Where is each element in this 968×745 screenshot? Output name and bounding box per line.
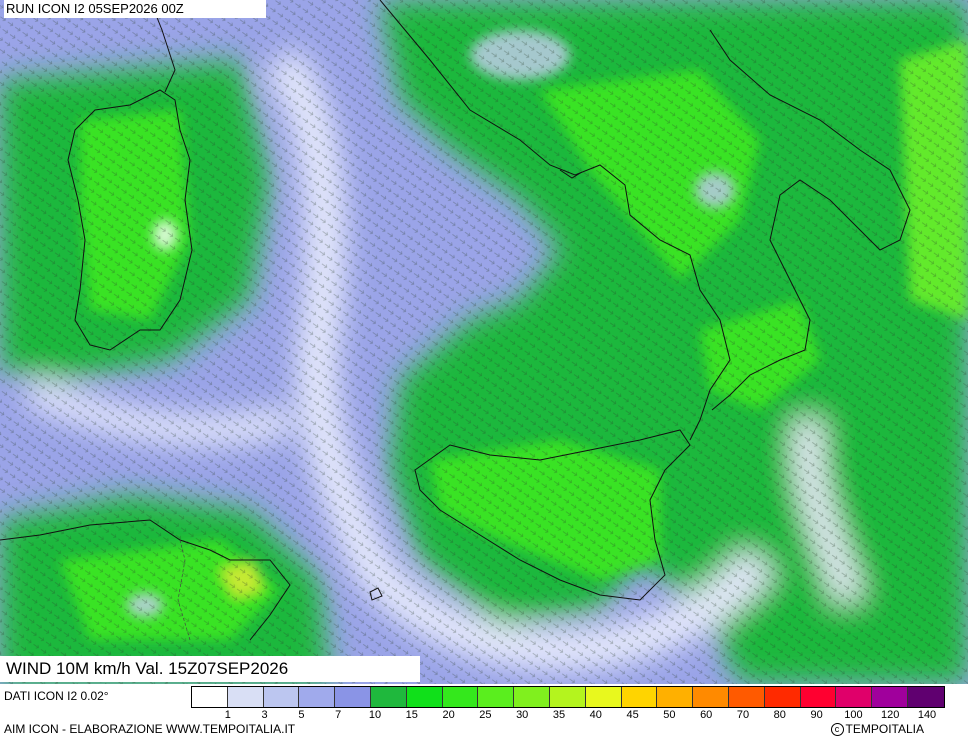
wind-map: RUN ICON I2 05SEP2026 00Z WIND 10M km/h … bbox=[0, 0, 968, 684]
brand-label: c TEMPOITALIA bbox=[830, 722, 924, 737]
legend-swatch bbox=[836, 687, 873, 707]
legend-swatch bbox=[585, 687, 622, 707]
legend-tick-label: 15 bbox=[405, 709, 418, 721]
legend-swatch bbox=[764, 687, 801, 707]
wind-arrows bbox=[0, 0, 968, 684]
legend-tick-label: 1 bbox=[224, 709, 231, 721]
legend-swatch bbox=[478, 687, 515, 707]
legend-tick-label: 7 bbox=[335, 709, 342, 721]
legend-tick-label: 20 bbox=[442, 709, 455, 721]
legend-swatch bbox=[800, 687, 837, 707]
legend-swatch bbox=[192, 687, 228, 707]
credit-label: AIM ICON - ELABORAZIONE WWW.TEMPOITALIA.… bbox=[4, 722, 296, 736]
legend-tick-label: 120 bbox=[881, 709, 900, 721]
valid-time-label: WIND 10M km/h Val. 15Z07SEP2026 bbox=[0, 656, 420, 682]
legend-swatch bbox=[907, 687, 944, 707]
legend-tick-label: 25 bbox=[479, 709, 492, 721]
legend-tick-label: 100 bbox=[844, 709, 863, 721]
legend-swatch bbox=[227, 687, 264, 707]
legend-tick-label: 70 bbox=[736, 709, 750, 721]
legend-swatch bbox=[406, 687, 443, 707]
legend-swatch bbox=[514, 687, 550, 707]
brand-text: TEMPOITALIA bbox=[845, 722, 924, 736]
legend-tick-label: 50 bbox=[663, 709, 676, 721]
legend-tick-label: 60 bbox=[700, 709, 713, 721]
legend-swatch bbox=[442, 687, 479, 707]
legend-tick-label: 5 bbox=[298, 709, 305, 721]
legend-swatch bbox=[657, 687, 694, 707]
wind-field bbox=[0, 0, 968, 684]
legend-swatch bbox=[370, 687, 407, 707]
legend-swatch bbox=[728, 687, 765, 707]
legend-tick-label: 35 bbox=[552, 709, 566, 721]
legend-swatch bbox=[299, 687, 336, 707]
footer: DATI ICON I2 0.02° 1 3 5 7 10 15 20 25 30 35 40 45 5… bbox=[0, 684, 968, 745]
legend-tick-label: 80 bbox=[773, 709, 786, 721]
legend-tick-label: 90 bbox=[810, 709, 823, 721]
legend-tick-label: 40 bbox=[589, 709, 602, 721]
legend-swatch bbox=[693, 687, 729, 707]
legend-swatch bbox=[335, 687, 371, 707]
legend-swatch bbox=[872, 687, 908, 707]
legend-tick-label: 30 bbox=[516, 709, 529, 721]
legend-tick-label: 10 bbox=[368, 709, 382, 721]
legend-swatch bbox=[263, 687, 300, 707]
legend-swatch bbox=[549, 687, 586, 707]
run-label: RUN ICON I2 05SEP2026 00Z bbox=[4, 0, 266, 18]
legend-tick-label: 3 bbox=[261, 709, 268, 721]
legend-swatch bbox=[621, 687, 658, 707]
copyright-icon: c bbox=[830, 723, 844, 737]
data-source-label: DATI ICON I2 0.02° bbox=[4, 689, 109, 703]
legend-tick-label: 140 bbox=[917, 709, 937, 721]
legend-tick-label: 45 bbox=[626, 709, 639, 721]
color-legend bbox=[191, 686, 945, 708]
